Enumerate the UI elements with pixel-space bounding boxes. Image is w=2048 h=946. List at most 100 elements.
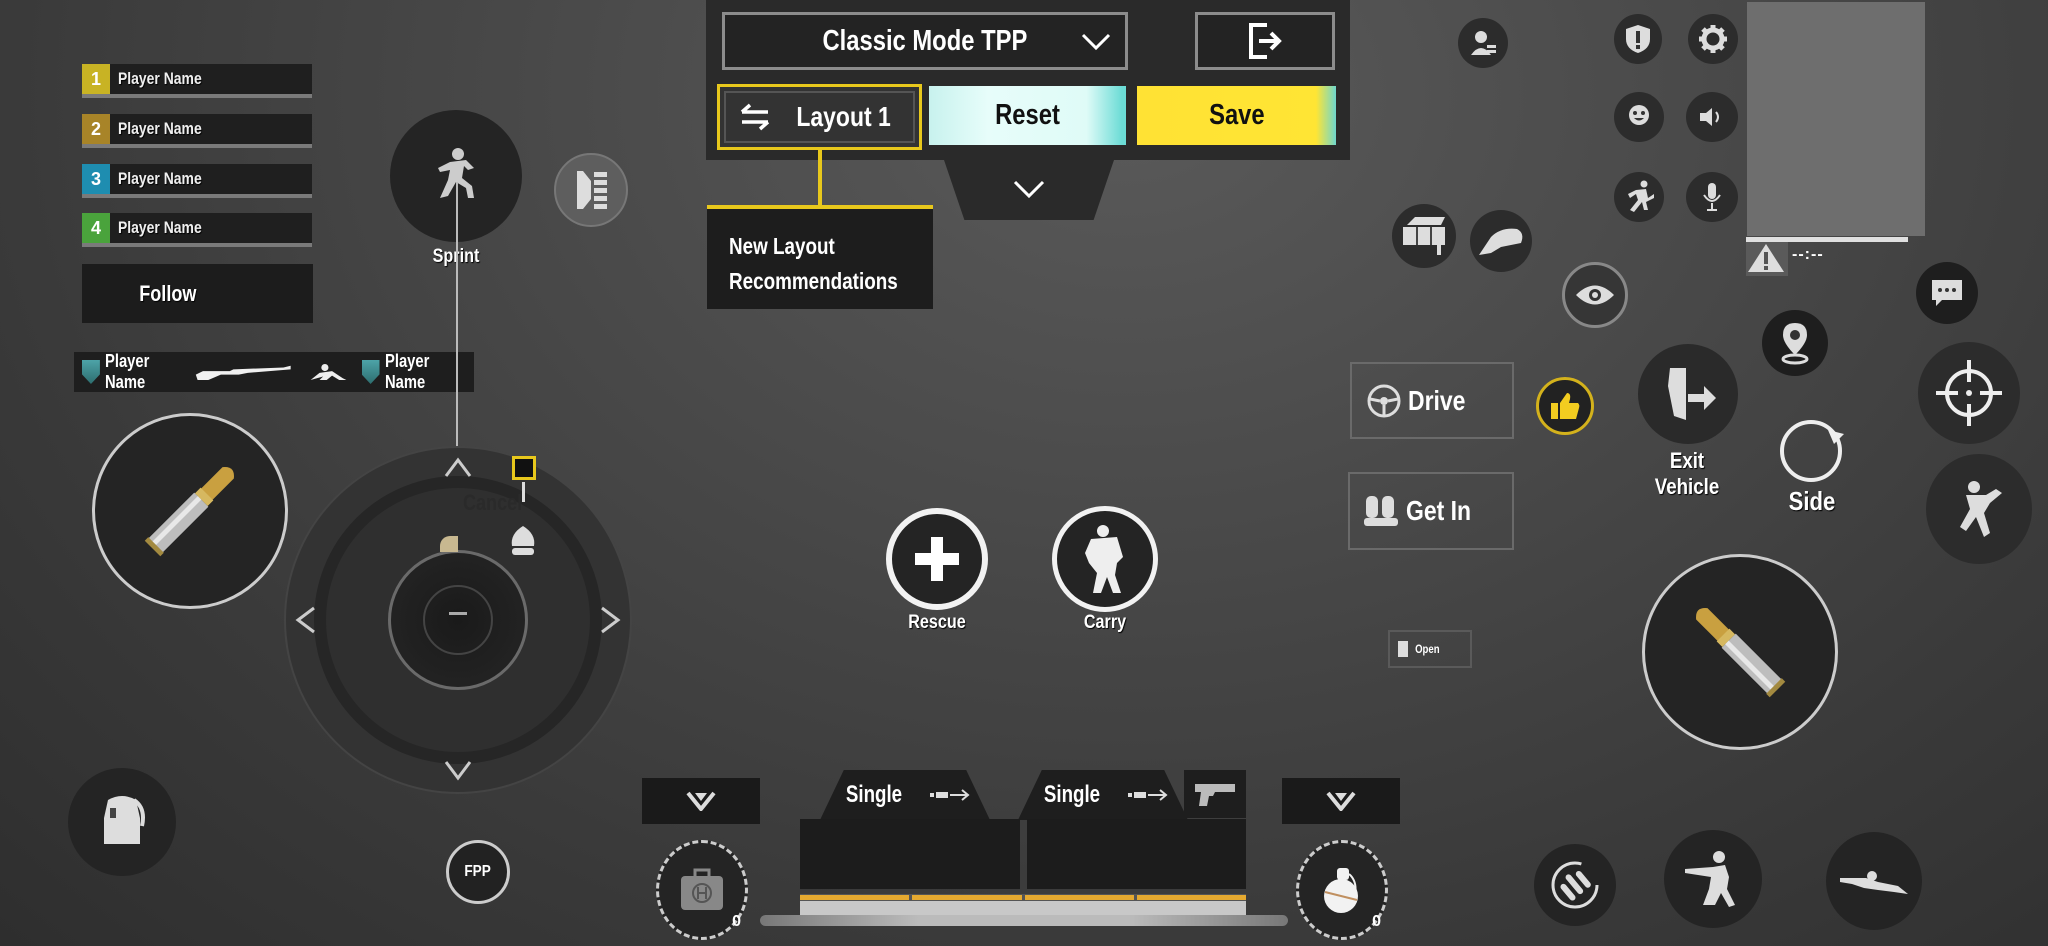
open-door-button[interactable]: Open (1388, 630, 1472, 668)
crouch-button[interactable] (1664, 830, 1762, 928)
mode-select[interactable]: Classic Mode TPP (722, 12, 1128, 70)
carry-label: Carry (1083, 612, 1127, 633)
eye-icon (1576, 285, 1614, 305)
layout-select-button[interactable]: Layout 1 (717, 84, 922, 150)
weapon-2-fire-mode[interactable]: Single (1018, 770, 1188, 820)
left-fire-button[interactable] (92, 413, 288, 609)
weapon-bar-base (800, 901, 1246, 915)
exit-vehicle-button[interactable] (1638, 344, 1738, 444)
throwable-item-button[interactable]: 0 (1296, 840, 1388, 940)
save-button[interactable]: Save (1137, 86, 1336, 145)
map-marker-button[interactable] (1762, 310, 1828, 376)
minimap[interactable] (1747, 2, 1925, 236)
team-member-1[interactable]: 1 Player Name (82, 64, 312, 98)
like-button[interactable] (1536, 377, 1594, 435)
emote-button[interactable] (1614, 92, 1664, 142)
weapon-slot-2[interactable] (1027, 819, 1246, 889)
reload-button[interactable] (1534, 844, 1616, 926)
heal-item-button[interactable]: 0 (656, 840, 748, 940)
exit-button[interactable] (1195, 12, 1335, 70)
get-in-label: Get In (1406, 495, 1472, 526)
location-pin-icon (1781, 323, 1809, 365)
profile-button[interactable] (1458, 18, 1508, 68)
reset-button[interactable]: Reset (929, 86, 1126, 145)
team-member-name: Player Name (118, 119, 202, 138)
chat-bubble-icon (1932, 280, 1962, 306)
carry-button[interactable] (1052, 506, 1158, 612)
team-member-4[interactable]: 4 Player Name (82, 213, 312, 247)
right-fire-button[interactable] (1642, 554, 1838, 750)
team-member-name: Player Name (118, 69, 202, 88)
plus-icon (915, 537, 959, 581)
follow-label: Follow (138, 280, 197, 306)
exit-door-icon (1249, 23, 1282, 59)
expand-toolbar-button[interactable] (944, 160, 1114, 220)
report-button[interactable] (1614, 14, 1662, 64)
joystick-down-arrow-icon (444, 761, 472, 781)
kill-feed: Player Name Player Name (74, 351, 474, 392)
rescue-button[interactable] (886, 508, 988, 610)
zone-timer: --:-- (1792, 246, 1824, 263)
layout-label: Layout 1 (796, 101, 891, 132)
backpack-button[interactable] (68, 768, 176, 876)
quick-chat-button[interactable] (1916, 262, 1978, 324)
follow-button[interactable]: Follow (82, 264, 313, 323)
team-member-3[interactable]: 3 Player Name (82, 164, 312, 198)
drive-button[interactable]: Drive (1350, 362, 1514, 439)
pickup-button[interactable] (1470, 210, 1532, 272)
team-member-2[interactable]: 2 Player Name (82, 114, 312, 148)
carry-icon (1085, 525, 1123, 593)
aim-scope-button[interactable] (1918, 342, 2020, 444)
weapon-bar-rail (760, 915, 1288, 926)
bullet-icon (1696, 608, 1786, 698)
sidearm-slot[interactable] (1184, 770, 1246, 818)
settings-button[interactable] (1688, 14, 1738, 64)
peek-toggle-button[interactable] (554, 153, 628, 227)
free-look-button[interactable] (1562, 262, 1628, 328)
weapon-slot-1[interactable] (800, 819, 1020, 889)
crate-icon (1403, 217, 1445, 255)
joystick-up-arrow-icon (444, 457, 472, 477)
drive-label: Drive (1408, 384, 1466, 416)
team-number-badge: 4 (82, 213, 110, 243)
ammo-indicator (800, 894, 1246, 901)
gear-icon (1699, 25, 1727, 53)
loot-crate-button[interactable] (1392, 204, 1456, 268)
auto-run-button[interactable] (1614, 172, 1664, 222)
team-number-badge: 3 (82, 164, 110, 194)
speaker-icon (1700, 108, 1719, 126)
reset-label: Reset (995, 99, 1060, 131)
get-in-button[interactable]: Get In (1348, 472, 1514, 550)
team-shield-icon (361, 360, 380, 384)
thumbs-up-icon (1551, 393, 1580, 419)
mode-select-value: Classic Mode TPP (822, 24, 1028, 57)
victim-name: Player Name (384, 351, 429, 392)
tooltip-connector (818, 150, 822, 207)
microphone-button[interactable] (1686, 172, 1738, 222)
bullet-icon (144, 467, 234, 557)
crouch-marker-icon (449, 612, 467, 615)
warning-triangle-icon (1748, 244, 1784, 272)
door-icon (1398, 641, 1408, 657)
weapon-1-fire-mode[interactable]: Single (820, 770, 990, 820)
chevron-down-icon (1013, 180, 1045, 199)
jump-button[interactable] (1926, 454, 2032, 564)
running-figure-icon (1628, 180, 1654, 212)
prone-button[interactable] (1826, 832, 1922, 930)
sprint-lock-toggle[interactable] (512, 456, 536, 480)
heal-menu-toggle[interactable] (642, 778, 760, 824)
profile-icon (1471, 31, 1496, 55)
hand-grab-icon (1479, 228, 1523, 255)
steering-wheel-icon (1367, 384, 1401, 417)
joystick-right-arrow-icon (601, 606, 621, 634)
speaker-button[interactable] (1686, 92, 1738, 142)
grenade-icon (1324, 868, 1358, 913)
new-layout-tooltip[interactable]: New Layout Recommendations (707, 205, 933, 309)
fpp-toggle-button[interactable]: FPP (446, 840, 510, 904)
crouch-icon (1685, 851, 1735, 907)
throwable-menu-toggle[interactable] (1282, 778, 1400, 824)
joystick-center (423, 585, 493, 655)
weapon-1-fire-mode-label: Single (845, 781, 903, 808)
switch-side-button[interactable] (1780, 420, 1844, 482)
knocked-down-icon (310, 363, 347, 381)
